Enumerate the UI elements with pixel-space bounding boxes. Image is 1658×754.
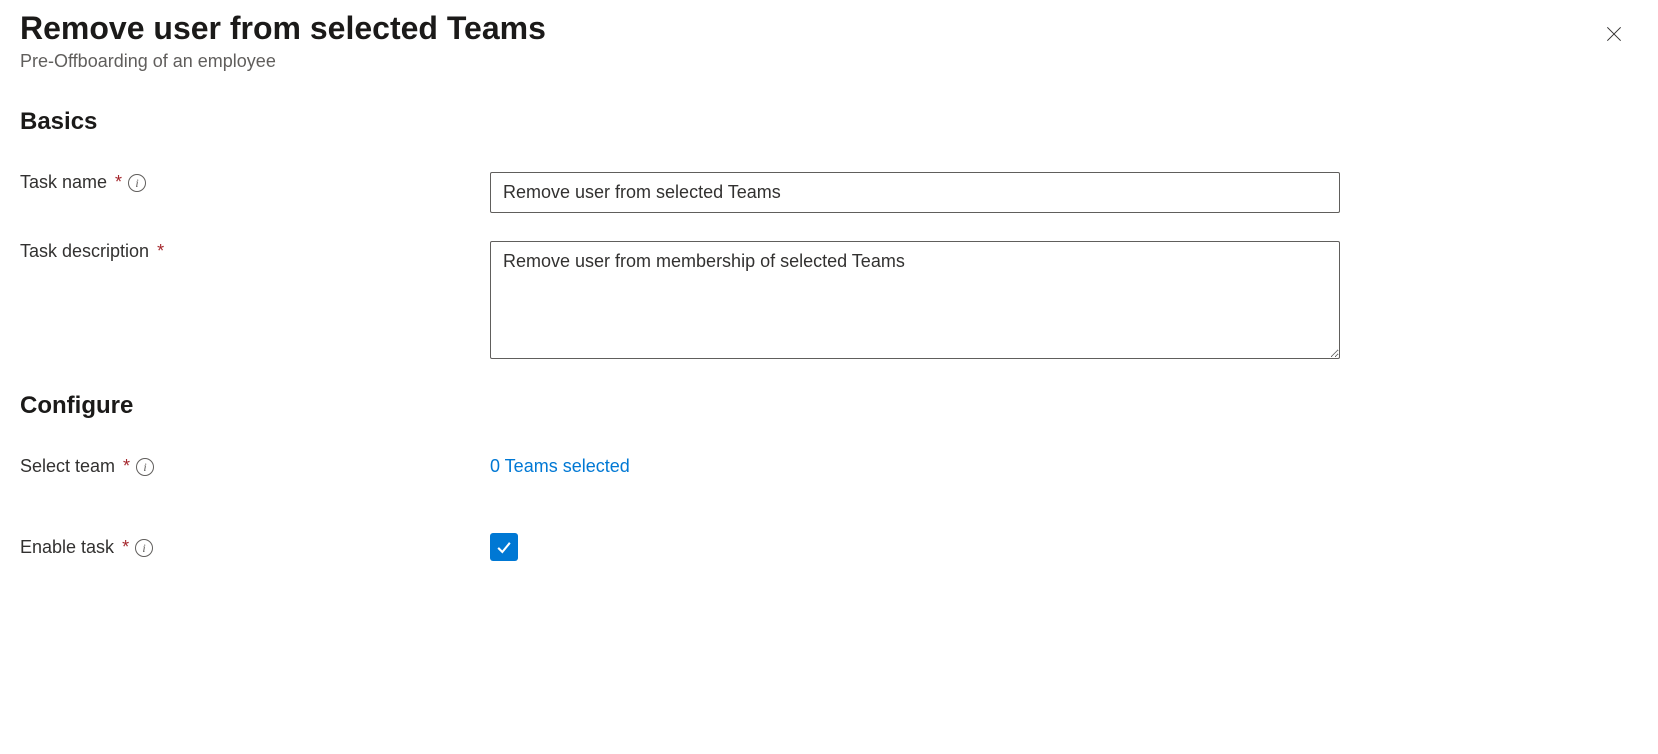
task-description-label: Task description bbox=[20, 241, 149, 262]
select-team-label: Select team bbox=[20, 456, 115, 477]
task-name-label-group: Task name * i bbox=[20, 172, 490, 193]
enable-task-row: Enable task * i bbox=[20, 533, 1638, 562]
info-icon[interactable]: i bbox=[135, 539, 153, 557]
required-indicator: * bbox=[157, 241, 164, 262]
close-icon bbox=[1604, 24, 1624, 44]
checkmark-icon bbox=[494, 537, 514, 557]
task-description-row: Task description * bbox=[20, 241, 1638, 364]
task-name-input[interactable] bbox=[490, 172, 1340, 213]
basics-heading: Basics bbox=[20, 108, 1638, 136]
required-indicator: * bbox=[123, 456, 130, 477]
select-team-label-group: Select team * i bbox=[20, 456, 490, 477]
page-title: Remove user from selected Teams bbox=[20, 10, 1638, 47]
enable-task-control bbox=[490, 533, 1340, 562]
task-description-input[interactable] bbox=[490, 241, 1340, 359]
task-name-label: Task name bbox=[20, 172, 107, 193]
required-indicator: * bbox=[122, 537, 129, 558]
task-config-panel: Remove user from selected Teams Pre-Offb… bbox=[20, 10, 1638, 562]
task-name-control bbox=[490, 172, 1340, 213]
required-indicator: * bbox=[115, 172, 122, 193]
close-button[interactable] bbox=[1598, 18, 1630, 50]
select-team-control: 0 Teams selected bbox=[490, 456, 1340, 477]
enable-task-checkbox[interactable] bbox=[490, 533, 518, 561]
select-team-row: Select team * i 0 Teams selected bbox=[20, 456, 1638, 477]
task-description-label-group: Task description * bbox=[20, 241, 490, 262]
enable-task-label: Enable task bbox=[20, 537, 114, 558]
task-description-control bbox=[490, 241, 1340, 364]
enable-task-label-group: Enable task * i bbox=[20, 537, 490, 558]
info-icon[interactable]: i bbox=[128, 174, 146, 192]
select-team-link[interactable]: 0 Teams selected bbox=[490, 456, 630, 476]
info-icon[interactable]: i bbox=[136, 458, 154, 476]
configure-heading: Configure bbox=[20, 392, 1638, 420]
page-subtitle: Pre-Offboarding of an employee bbox=[20, 51, 1638, 72]
task-name-row: Task name * i bbox=[20, 172, 1638, 213]
